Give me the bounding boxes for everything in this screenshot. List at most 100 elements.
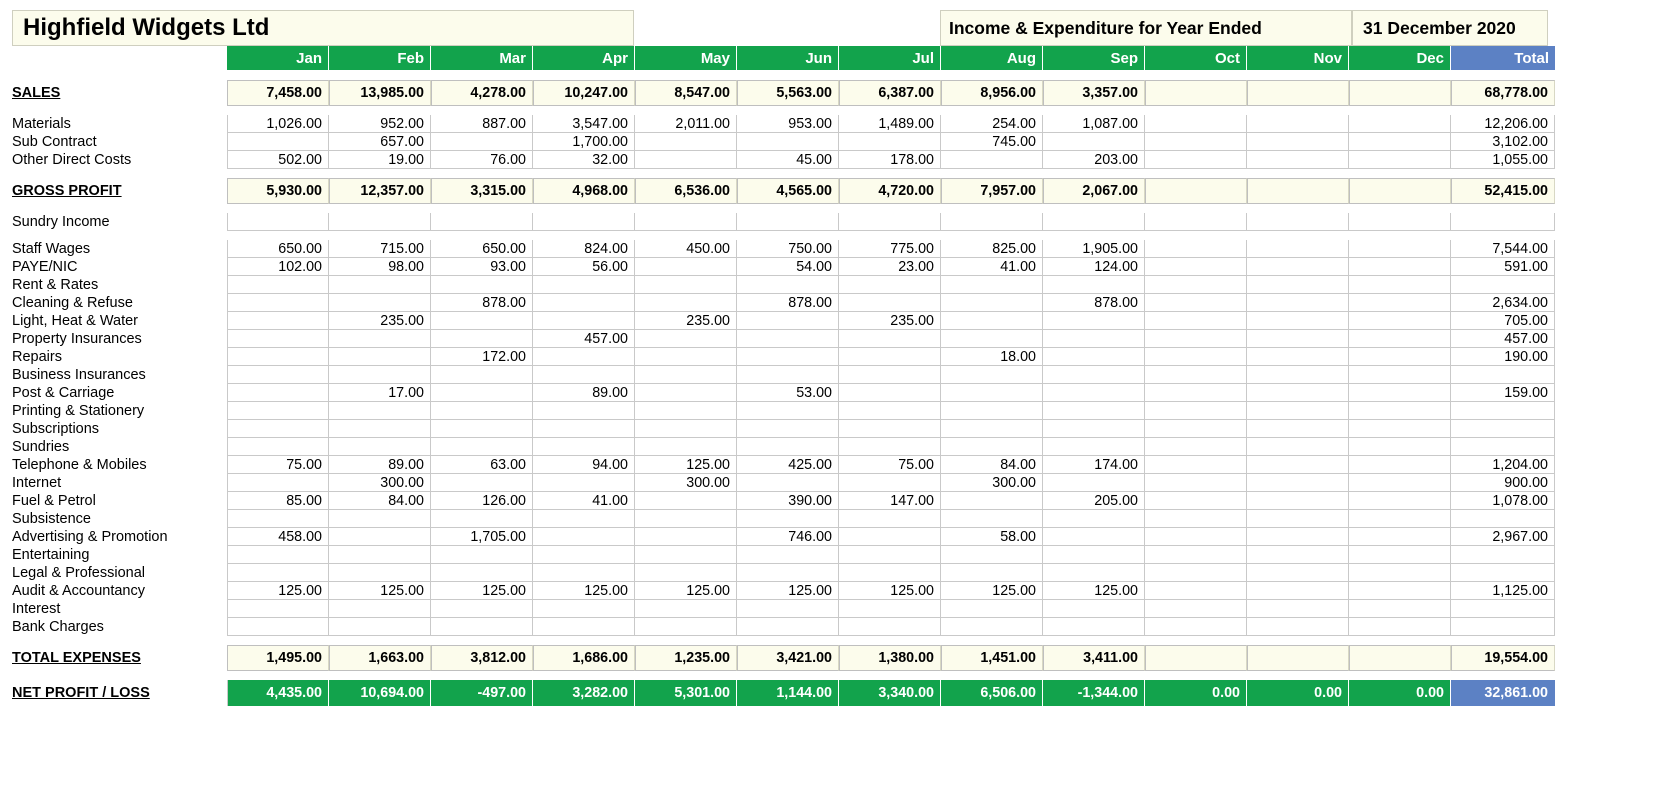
cell-feb[interactable]: 657.00 [329, 133, 431, 151]
cell-apr[interactable] [533, 294, 635, 312]
cell-jul[interactable]: 1,489.00 [839, 115, 941, 133]
cell-may[interactable] [635, 438, 737, 456]
cell-sep[interactable]: 205.00 [1043, 492, 1145, 510]
cell-jun[interactable]: 746.00 [737, 528, 839, 546]
cell-jul[interactable]: 125.00 [839, 582, 941, 600]
column-header-sep[interactable]: Sep [1043, 46, 1145, 70]
cell-oct[interactable] [1145, 348, 1247, 366]
cell-apr[interactable] [533, 420, 635, 438]
cell-oct[interactable] [1145, 276, 1247, 294]
cell-aug[interactable]: 1,451.00 [941, 645, 1043, 671]
cell-jan[interactable] [227, 330, 329, 348]
cell-mar[interactable]: 63.00 [431, 456, 533, 474]
company-name-cell[interactable]: Highfield Widgets Ltd [12, 10, 634, 46]
cell-may[interactable]: 1,235.00 [635, 645, 737, 671]
cell-mar[interactable]: 878.00 [431, 294, 533, 312]
cell-dec[interactable] [1349, 510, 1451, 528]
cell-jan[interactable]: 1,026.00 [227, 115, 329, 133]
cell-jul[interactable] [839, 213, 941, 231]
cell-apr[interactable] [533, 213, 635, 231]
cell-oct[interactable] [1145, 564, 1247, 582]
cell-total[interactable] [1451, 213, 1555, 231]
cell-jul[interactable] [839, 564, 941, 582]
cell-may[interactable] [635, 276, 737, 294]
cell-mar[interactable] [431, 366, 533, 384]
cell-feb[interactable]: 84.00 [329, 492, 431, 510]
cell-aug[interactable] [941, 213, 1043, 231]
cell-apr[interactable]: 41.00 [533, 492, 635, 510]
column-header-feb[interactable]: Feb [329, 46, 431, 70]
cell-mar[interactable]: 3,315.00 [431, 178, 533, 204]
cell-mar[interactable] [431, 510, 533, 528]
cell-oct[interactable] [1145, 456, 1247, 474]
column-header-oct[interactable]: Oct [1145, 46, 1247, 70]
cell-nov[interactable] [1247, 402, 1349, 420]
cell-jul[interactable]: 775.00 [839, 240, 941, 258]
cell-nov[interactable] [1247, 492, 1349, 510]
cell-sep[interactable] [1043, 384, 1145, 402]
cell-total[interactable] [1451, 438, 1555, 456]
cell-dec[interactable] [1349, 258, 1451, 276]
cell-feb[interactable]: 12,357.00 [329, 178, 431, 204]
cell-apr[interactable] [533, 366, 635, 384]
cell-jan[interactable] [227, 600, 329, 618]
cell-total[interactable]: 3,102.00 [1451, 133, 1555, 151]
cell-apr[interactable] [533, 600, 635, 618]
cell-mar[interactable] [431, 474, 533, 492]
cell-jan[interactable]: 85.00 [227, 492, 329, 510]
cell-jan[interactable] [227, 384, 329, 402]
cell-mar[interactable] [431, 133, 533, 151]
cell-dec[interactable] [1349, 456, 1451, 474]
cell-dec[interactable] [1349, 618, 1451, 636]
cell-total[interactable]: 32,861.00 [1451, 680, 1555, 706]
cell-apr[interactable] [533, 438, 635, 456]
cell-jun[interactable]: 390.00 [737, 492, 839, 510]
cell-aug[interactable]: 825.00 [941, 240, 1043, 258]
cell-oct[interactable] [1145, 366, 1247, 384]
cell-oct[interactable] [1145, 438, 1247, 456]
cell-jul[interactable]: 6,387.00 [839, 80, 941, 106]
cell-may[interactable]: 300.00 [635, 474, 737, 492]
cell-dec[interactable] [1349, 330, 1451, 348]
cell-feb[interactable]: 952.00 [329, 115, 431, 133]
cell-feb[interactable] [329, 438, 431, 456]
cell-may[interactable] [635, 151, 737, 169]
cell-jul[interactable]: 3,340.00 [839, 680, 941, 706]
cell-total[interactable]: 52,415.00 [1451, 178, 1555, 204]
column-header-jun[interactable]: Jun [737, 46, 839, 70]
cell-may[interactable]: 235.00 [635, 312, 737, 330]
cell-sep[interactable]: 3,357.00 [1043, 80, 1145, 106]
cell-nov[interactable] [1247, 330, 1349, 348]
cell-feb[interactable]: 17.00 [329, 384, 431, 402]
cell-nov[interactable] [1247, 438, 1349, 456]
cell-dec[interactable] [1349, 276, 1451, 294]
cell-nov[interactable] [1247, 276, 1349, 294]
cell-jun[interactable] [737, 133, 839, 151]
cell-jun[interactable] [737, 510, 839, 528]
cell-total[interactable]: 1,078.00 [1451, 492, 1555, 510]
cell-jul[interactable]: 23.00 [839, 258, 941, 276]
cell-jul[interactable]: 235.00 [839, 312, 941, 330]
cell-total[interactable]: 190.00 [1451, 348, 1555, 366]
cell-jul[interactable] [839, 348, 941, 366]
cell-sep[interactable] [1043, 546, 1145, 564]
cell-jul[interactable] [839, 294, 941, 312]
cell-may[interactable] [635, 420, 737, 438]
cell-jul[interactable] [839, 618, 941, 636]
cell-apr[interactable] [533, 546, 635, 564]
cell-aug[interactable]: 84.00 [941, 456, 1043, 474]
cell-jun[interactable] [737, 330, 839, 348]
cell-total[interactable]: 591.00 [1451, 258, 1555, 276]
cell-jun[interactable] [737, 366, 839, 384]
cell-feb[interactable]: 89.00 [329, 456, 431, 474]
cell-may[interactable]: 125.00 [635, 456, 737, 474]
cell-jan[interactable] [227, 276, 329, 294]
cell-feb[interactable] [329, 546, 431, 564]
cell-apr[interactable]: 3,282.00 [533, 680, 635, 706]
cell-feb[interactable]: 13,985.00 [329, 80, 431, 106]
cell-oct[interactable] [1145, 151, 1247, 169]
cell-may[interactable] [635, 133, 737, 151]
cell-feb[interactable] [329, 402, 431, 420]
cell-total[interactable]: 68,778.00 [1451, 80, 1555, 106]
cell-total[interactable]: 159.00 [1451, 384, 1555, 402]
